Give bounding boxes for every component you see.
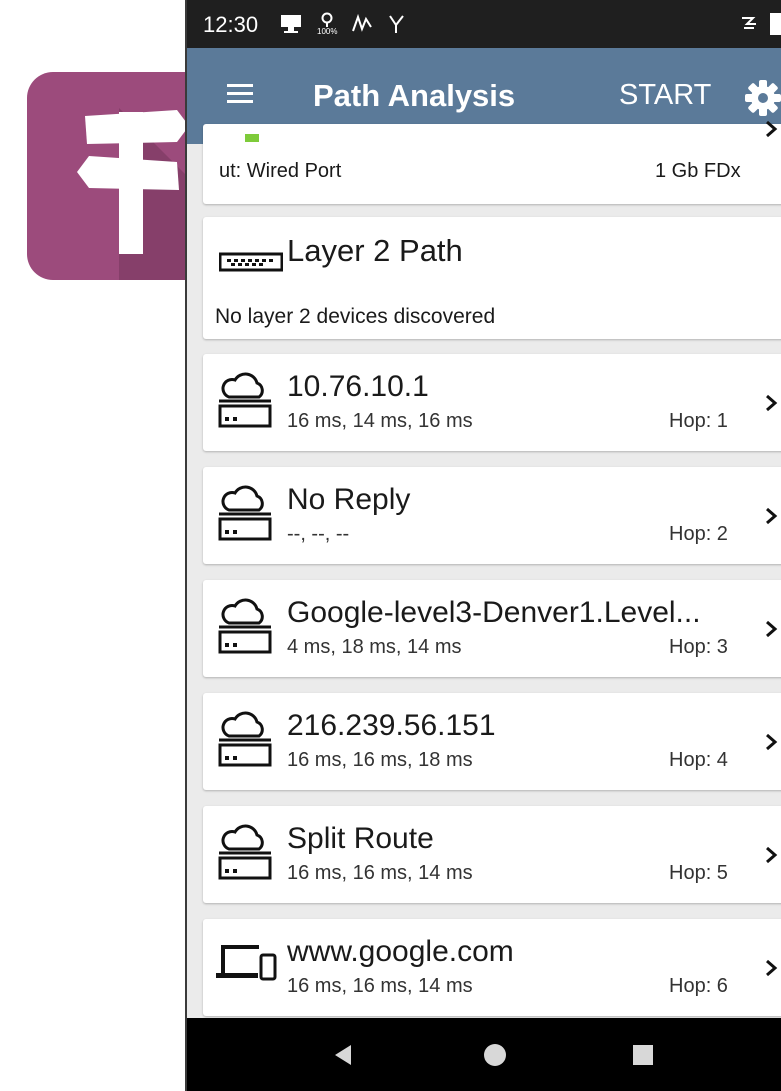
hop-number: Hop: 2 (669, 523, 728, 545)
start-button[interactable]: START (619, 79, 711, 112)
home-circle-icon (484, 1043, 506, 1066)
link-speed: 1 Gb FDx (655, 160, 741, 182)
hop-number: Hop: 6 (669, 975, 728, 997)
hop-name: 216.239.56.151 (287, 709, 496, 742)
router-cloud-icon (218, 372, 272, 428)
router-cloud-icon (218, 598, 272, 654)
chevron-right-icon (766, 620, 778, 638)
hop-number: Hop: 1 (669, 410, 728, 432)
hop-row[interactable]: www.google.com 16 ms, 16 ms, 14 ms Hop: … (203, 919, 781, 1016)
hop-times: 16 ms, 16 ms, 14 ms (287, 975, 473, 997)
hop-number: Hop: 5 (669, 862, 728, 884)
chevron-right-icon (766, 733, 778, 751)
hop-row[interactable]: No Reply --, --, -- Hop: 2 (203, 467, 781, 564)
recents-button[interactable] (613, 1018, 673, 1091)
hop-name: No Reply (287, 483, 411, 516)
android-nav-bar (187, 1018, 781, 1091)
router-cloud-icon (218, 824, 272, 880)
screen-cast-icon (281, 15, 301, 33)
hop-name: www.google.com (287, 935, 514, 968)
signal-icon (742, 17, 756, 29)
status-time: 12:30 (203, 12, 259, 37)
green-status-indicator (245, 134, 259, 142)
hop-row[interactable]: Split Route 16 ms, 16 ms, 14 ms Hop: 5 (203, 806, 781, 903)
hop-times: 4 ms, 18 ms, 14 ms (287, 636, 462, 658)
hop-times: 16 ms, 14 ms, 16 ms (287, 410, 473, 432)
chevron-right-icon (766, 507, 778, 525)
devices-icon (216, 945, 277, 981)
back-triangle-icon (335, 1044, 351, 1065)
keyboard-switch-icon (219, 252, 283, 272)
back-button[interactable] (313, 1018, 373, 1091)
home-button[interactable] (465, 1018, 525, 1091)
chevron-right-icon (766, 846, 778, 864)
page-title: Path Analysis (313, 78, 516, 113)
menu-icon[interactable] (227, 82, 253, 104)
recents-square-icon (633, 1044, 653, 1065)
gear-icon[interactable] (743, 78, 781, 118)
source-port-row[interactable]: ut: Wired Port 1 Gb FDx (203, 120, 781, 204)
router-cloud-icon (218, 485, 272, 541)
status-bar: 12:30 100% (187, 0, 781, 48)
network-icon (389, 15, 405, 33)
pulse-icon (352, 13, 373, 32)
chevron-right-icon (766, 394, 778, 412)
battery-saver-icon: 100% (317, 12, 337, 36)
layer2-title: Layer 2 Path (287, 233, 463, 268)
hop-times: 16 ms, 16 ms, 18 ms (287, 749, 473, 771)
hop-number: Hop: 4 (669, 749, 728, 771)
hop-row[interactable]: 10.76.10.1 16 ms, 14 ms, 16 ms Hop: 1 (203, 354, 781, 451)
battery-icon (770, 13, 781, 35)
hop-number: Hop: 3 (669, 636, 728, 658)
hop-times: --, --, -- (287, 523, 350, 545)
hop-row[interactable]: 216.239.56.151 16 ms, 16 ms, 18 ms Hop: … (203, 693, 781, 790)
phone-screen: 12:30 100% Path Analysis START ut: Wired… (185, 0, 781, 1091)
battery-percent: 100% (317, 27, 338, 36)
chevron-right-icon (766, 120, 778, 138)
hop-times: 16 ms, 16 ms, 14 ms (287, 862, 473, 884)
source-port-label: ut: Wired Port (219, 160, 342, 182)
chevron-right-icon (766, 959, 778, 977)
layer2-path-card: Layer 2 Path No layer 2 devices discover… (203, 217, 781, 339)
hop-name: Google-level3-Denver1.Level... (287, 596, 701, 629)
router-cloud-icon (218, 711, 272, 767)
hop-name: 10.76.10.1 (287, 370, 429, 403)
hop-row[interactable]: Google-level3-Denver1.Level... 4 ms, 18 … (203, 580, 781, 677)
hop-name: Split Route (287, 822, 434, 855)
layer2-message: No layer 2 devices discovered (215, 305, 496, 328)
